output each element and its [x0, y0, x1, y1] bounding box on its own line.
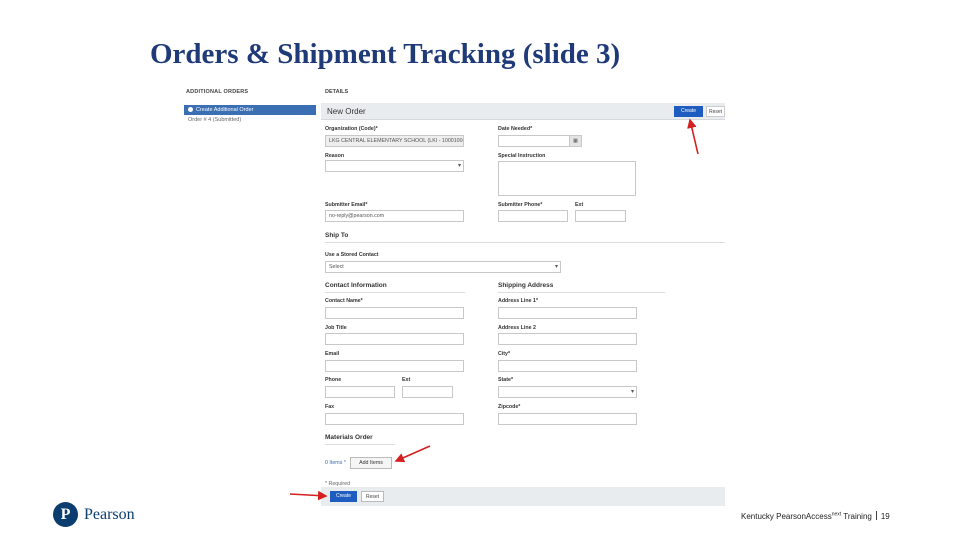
- pearson-logo-text: Pearson: [84, 505, 135, 523]
- slide-title: Orders & Shipment Tracking (slide 3): [150, 38, 621, 70]
- arrow-to-add-items: [394, 445, 431, 463]
- arrow-to-top-create: [687, 118, 699, 155]
- arrow-to-bottom-create: [289, 490, 328, 501]
- slide-footer: Kentucky PearsonAccessnext Training 19: [741, 511, 890, 521]
- pearson-logo: P Pearson: [53, 502, 135, 527]
- footer-superscript: next: [831, 511, 842, 518]
- page-number: 19: [880, 512, 890, 521]
- footer-separator: [875, 511, 877, 520]
- order-form-screenshot: ADDITIONAL ORDERS Create Additional Orde…: [180, 84, 725, 506]
- pearson-logo-icon: P: [53, 502, 78, 527]
- footer-brand: Kentucky PearsonAccess: [741, 512, 832, 521]
- footer-suffix: Training: [843, 512, 872, 521]
- annotation-arrows: [289, 118, 699, 501]
